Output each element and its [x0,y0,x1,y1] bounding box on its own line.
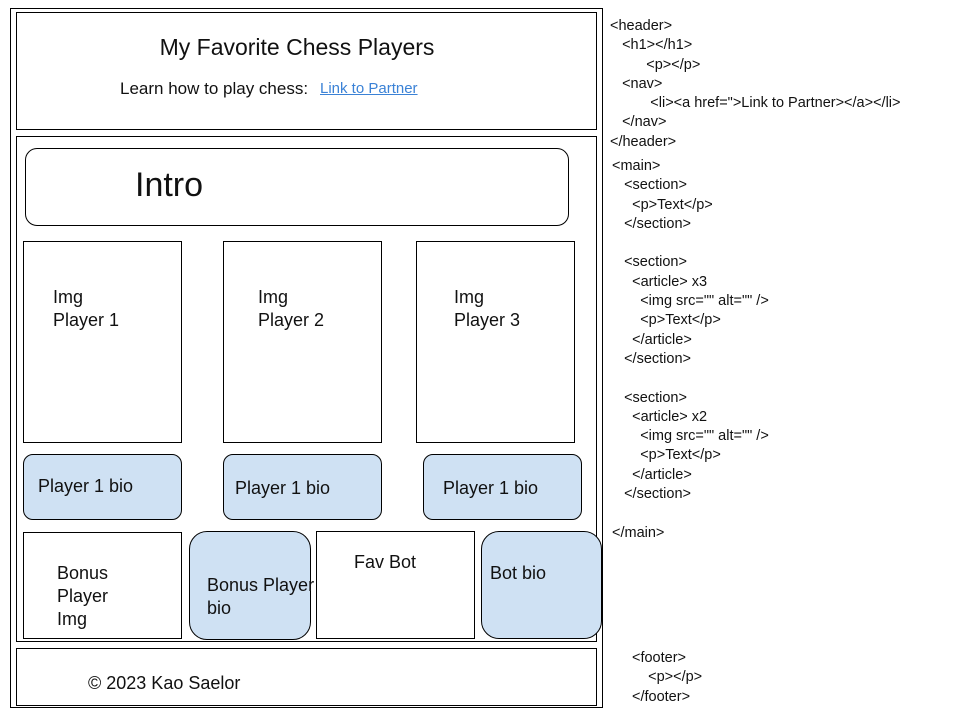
player-3-bio-label: Player 1 bio [443,478,539,498]
player-2-image-label: Img Player 2 [258,287,325,330]
footer-code-annotation: <footer> <p></p> </footer> [632,650,703,705]
player-3-image-box: Img Player 3 [416,241,575,443]
player-3-bio-box: Player 1 bio [423,454,582,520]
player-1-bio-label: Player 1 bio [38,476,134,496]
header-subtitle: Learn how to play chess: [120,79,309,98]
bonus-player-image-label: Bonus Player Img [57,563,109,629]
main-code-annotation: <main> <section> <p>Text</p> </section> … [612,158,769,541]
bonus-player-bio-box: Bonus Player bio [189,531,315,640]
header-region [16,12,597,130]
bonus-player-bio-label: Bonus Player bio [207,575,315,618]
partner-link[interactable]: Link to Partner [320,80,418,97]
bot-bio-label: Bot bio [490,563,547,583]
player-3-image-label: Img Player 3 [454,287,521,330]
bot-bio-box: Bot bio [481,531,602,639]
fav-bot-label: Fav Bot [354,552,417,572]
player-1-bio-box: Player 1 bio [23,454,182,520]
player-2-bio-box: Player 1 bio [223,454,382,520]
page-title: My Favorite Chess Players [159,34,435,60]
player-1-image-box: Img Player 1 [23,241,182,443]
intro-section [25,148,569,226]
bonus-player-image-box: Bonus Player Img [23,532,182,639]
footer-copyright: © 2023 Kao Saelor [88,673,241,693]
player-2-bio-label: Player 1 bio [235,478,331,498]
player-2-image-box: Img Player 2 [223,241,382,443]
intro-label: Intro [135,166,204,204]
header-code-annotation: <header> <h1></h1> <p></p> <nav> <li><a … [610,18,901,150]
fav-bot-image-box: Fav Bot [316,531,475,639]
player-1-image-label: Img Player 1 [53,287,120,330]
